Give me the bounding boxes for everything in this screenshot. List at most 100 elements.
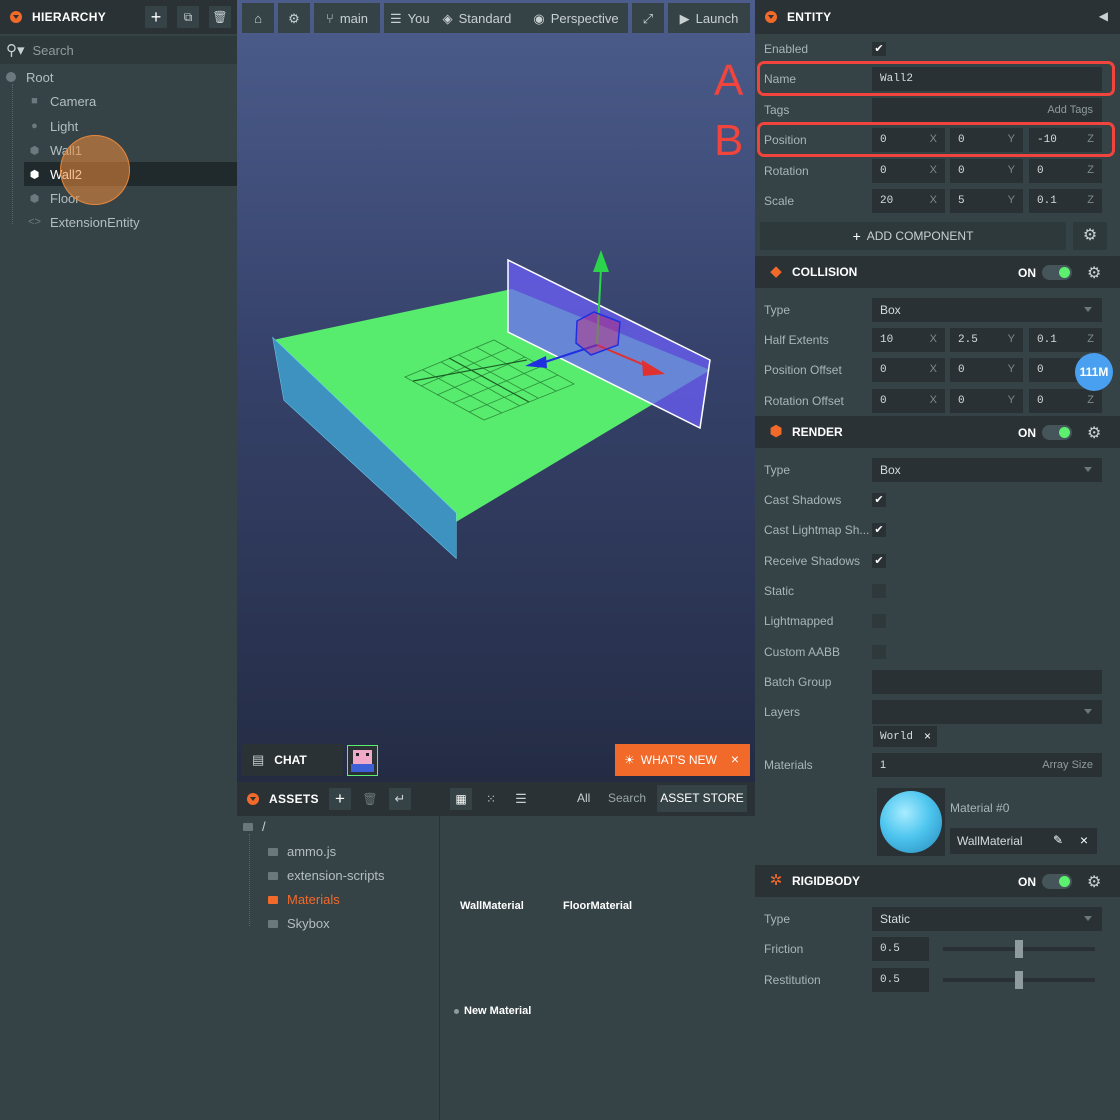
friction-input[interactable]: 0.5: [872, 937, 929, 961]
tree-item-extensionentity[interactable]: <> ExtensionEntity: [0, 210, 237, 234]
collapse-icon[interactable]: [10, 11, 22, 23]
asset-search-input[interactable]: Search: [608, 791, 646, 805]
friction-slider-handle[interactable]: [1015, 940, 1023, 958]
restitution-input[interactable]: 0.5: [872, 968, 929, 992]
component-settings-button[interactable]: ⚙: [1073, 222, 1107, 250]
tree-item-light[interactable]: ● Light: [0, 114, 237, 138]
branch-button[interactable]: ⑂ main: [314, 3, 380, 33]
rotation-offset-y-input[interactable]: 0Y: [950, 389, 1023, 413]
rotation-offset-z-input[interactable]: 0Z: [1029, 389, 1102, 413]
cast-shadows-checkbox[interactable]: ✔: [872, 493, 886, 507]
launch-button[interactable]: ▶ Launch: [668, 3, 750, 33]
whats-new-button[interactable]: ☀ WHAT'S NEW ×: [615, 744, 750, 776]
enabled-checkbox[interactable]: ✔: [872, 42, 886, 56]
layer-tag[interactable]: World ×: [873, 726, 937, 747]
avatar[interactable]: [347, 745, 378, 776]
camera-button[interactable]: ◉ Perspective: [524, 3, 628, 33]
memory-badge[interactable]: 111M: [1075, 353, 1113, 391]
half-extents-y-input[interactable]: 2.5 Y: [950, 328, 1023, 352]
add-entity-button[interactable]: +: [145, 6, 167, 28]
asset-store-button[interactable]: ASSET STORE: [657, 785, 747, 812]
collapse-icon[interactable]: [247, 793, 259, 805]
folder-item[interactable]: ammo.js: [268, 844, 336, 859]
rotation-y-input[interactable]: 0Y: [950, 159, 1023, 183]
scale-z-input[interactable]: 0.1 Z: [1029, 189, 1102, 213]
value: 0: [880, 165, 887, 177]
folder-item[interactable]: Skybox: [268, 916, 330, 931]
settings-button[interactable]: ⚙: [278, 3, 310, 33]
assets-header: ASSETS + 🗑 ↵ ▦ ⁙ ☰ All Search ASSET STOR…: [237, 782, 755, 816]
close-icon[interactable]: ×: [1080, 832, 1088, 848]
render-mode-button[interactable]: ◈ Standard: [430, 3, 524, 33]
tags-input[interactable]: Add Tags: [872, 98, 1102, 122]
assets-title: ASSETS: [269, 792, 319, 806]
asset-item[interactable]: FloorMaterial: [563, 900, 632, 912]
enabled-label: Enabled: [764, 42, 809, 56]
rotation-x-input[interactable]: 0X: [872, 159, 945, 183]
position-offset-x-input[interactable]: 0X: [872, 358, 945, 382]
receive-shadows-checkbox[interactable]: ✔: [872, 554, 886, 568]
back-icon[interactable]: ↵: [389, 788, 411, 810]
gear-icon[interactable]: ⚙: [1087, 872, 1101, 892]
half-extents-z-input[interactable]: 0.1 Z: [1029, 328, 1102, 352]
position-offset-y-input[interactable]: 0Y: [950, 358, 1023, 382]
material-field[interactable]: WallMaterial ✎ ×: [950, 828, 1097, 854]
collapse-arrow-icon[interactable]: ◀: [1099, 9, 1108, 23]
tree-item-root[interactable]: Root: [0, 65, 237, 89]
tree-item-camera[interactable]: ■ Camera: [0, 89, 237, 113]
scale-x-input[interactable]: 20 X: [872, 189, 945, 213]
home-button[interactable]: ⌂: [242, 3, 274, 33]
render-type-select[interactable]: Box: [872, 458, 1102, 482]
cast-lightmap-checkbox[interactable]: ✔: [872, 523, 886, 537]
rigidbody-type-select[interactable]: Static: [872, 907, 1102, 931]
gear-icon[interactable]: ⚙: [1087, 263, 1101, 283]
add-component-button[interactable]: + ADD COMPONENT: [760, 222, 1066, 250]
material-thumbnail[interactable]: [877, 788, 945, 856]
axis-y-label: Y: [1007, 164, 1015, 176]
close-icon[interactable]: ×: [924, 729, 931, 743]
fullscreen-button[interactable]: ⤢: [632, 3, 664, 33]
rotation-offset-x-input[interactable]: 0X: [872, 389, 945, 413]
delete-icon[interactable]: 🗑: [209, 6, 231, 28]
cast-lightmap-row: Cast Lightmap Sh... ✔: [755, 515, 1120, 545]
asset-item[interactable]: WallMaterial: [460, 900, 524, 912]
delete-icon[interactable]: 🗑: [359, 788, 381, 810]
filter-dropdown[interactable]: All: [577, 791, 590, 805]
chat-bar[interactable]: ▤ CHAT: [241, 744, 343, 776]
axis-z-label: Z: [1087, 164, 1094, 176]
scale-y-input[interactable]: 5Y: [950, 189, 1023, 213]
chevron-down-icon: [1084, 307, 1092, 312]
gear-icon[interactable]: ⚙: [1087, 423, 1101, 443]
lightmapped-checkbox[interactable]: [872, 614, 886, 628]
large-grid-icon[interactable]: ▦: [450, 788, 472, 810]
rigidbody-toggle[interactable]: [1042, 874, 1072, 889]
collapse-icon[interactable]: [765, 11, 777, 23]
duplicate-icon[interactable]: ⧉: [177, 6, 199, 28]
folder-item[interactable]: Materials: [268, 892, 340, 907]
restitution-slider-handle[interactable]: [1015, 971, 1023, 989]
render-toggle[interactable]: [1042, 425, 1072, 440]
new-asset-item[interactable]: New Material: [454, 1005, 531, 1017]
folder-root[interactable]: /: [243, 819, 266, 834]
add-asset-button[interactable]: +: [329, 788, 351, 810]
batch-group-select[interactable]: [872, 670, 1102, 694]
small-grid-icon[interactable]: ⁙: [480, 788, 502, 810]
scene-button[interactable]: ☰ Your... E_A...: [384, 3, 430, 33]
folder-item[interactable]: extension-scripts: [268, 868, 385, 883]
half-extents-x-input[interactable]: 10 X: [872, 328, 945, 352]
collision-type-select[interactable]: Box: [872, 298, 1102, 322]
value: 2.5: [958, 334, 978, 346]
materials-count-input[interactable]: 1 Array Size: [872, 753, 1102, 777]
layers-select[interactable]: [872, 700, 1102, 724]
close-icon[interactable]: ×: [731, 751, 739, 767]
list-view-icon[interactable]: ☰: [510, 788, 532, 810]
cast-shadows-row: Cast Shadows ✔: [755, 485, 1120, 515]
collision-toggle[interactable]: [1042, 265, 1072, 280]
static-checkbox[interactable]: [872, 584, 886, 598]
custom-aabb-checkbox[interactable]: [872, 645, 886, 659]
hierarchy-search[interactable]: ⚲▾ Search: [0, 36, 237, 64]
rotation-z-input[interactable]: 0Z: [1029, 159, 1102, 183]
tree-item-wall2[interactable]: ⬢ Wall2: [24, 162, 237, 186]
collision-type-row: Type Box: [755, 295, 1120, 325]
edit-icon[interactable]: ✎: [1053, 833, 1063, 847]
